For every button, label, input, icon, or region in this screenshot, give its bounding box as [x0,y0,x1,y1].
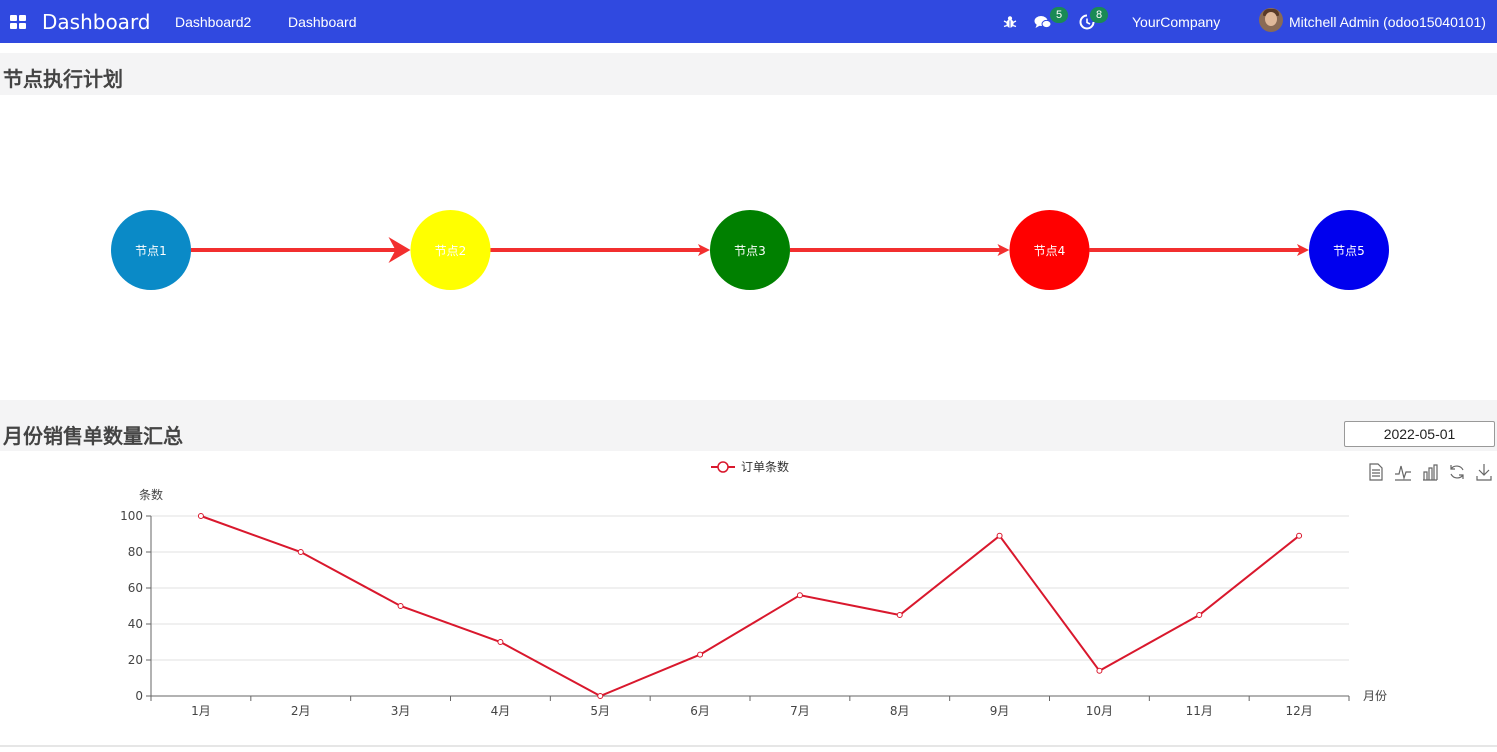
x-tick-label: 12月 [1285,704,1312,718]
data-point[interactable] [996,532,1003,539]
chat-icon[interactable] [1034,0,1054,43]
date-filter-input[interactable] [1344,421,1495,447]
apps-icon[interactable] [10,0,28,43]
flow-node-label: 节点1 [135,244,167,258]
chat-count-badge: 5 [1050,7,1068,23]
data-point[interactable] [796,592,803,599]
flow-node-label: 节点4 [1034,244,1066,258]
data-point[interactable] [397,603,404,609]
y-tick-label: 80 [128,545,143,559]
x-tick-label: 8月 [890,704,910,718]
x-tick-label: 10月 [1086,704,1113,718]
x-tick-label: 7月 [790,704,810,718]
flow-section-title: 节点执行计划 [3,67,123,91]
x-tick-label: 11月 [1186,704,1213,718]
flow-node-label: 节点2 [435,244,467,258]
data-point[interactable] [197,513,204,519]
data-point[interactable] [697,651,704,658]
line-chart-icon[interactable] [1395,465,1411,481]
restore-icon[interactable] [1450,465,1464,479]
sales-line-chart: 0 20 40 60 80 100 1月 2月 3月 4月 5月 6月 7月 8月 9月 10月 11月 12月 条… [120,459,1492,718]
x-tick-label: 4月 [491,704,511,718]
user-menu[interactable]: Mitchell Admin (odoo15040101) [1289,0,1486,43]
flow-node-label: 节点5 [1333,244,1365,258]
flow-diagram: 节点1 节点2 节点3 节点4 节点5 [111,210,1389,290]
data-point[interactable] [1296,532,1303,539]
legend-marker[interactable] [717,461,729,473]
avatar[interactable] [1259,8,1283,32]
x-tick-label: 5月 [590,704,610,718]
sales-section-header: 月份销售单数量汇总 [0,410,1497,451]
menu-dashboard[interactable]: Dashboard [288,0,357,43]
flow-panel: 节点1 节点2 节点3 节点4 节点5 [0,95,1497,400]
bar-chart-icon[interactable] [1423,464,1438,481]
x-tick-label: 2月 [291,704,311,718]
activity-count-badge: 8 [1090,7,1108,23]
data-point[interactable] [597,693,604,699]
flow-section-header: 节点执行计划 [0,53,1497,95]
y-tick-label: 100 [120,509,143,523]
x-tick-label: 6月 [690,704,710,718]
data-point[interactable] [497,639,504,645]
legend-label[interactable]: 订单条数 [741,459,789,474]
bug-icon[interactable] [1003,0,1019,43]
download-icon[interactable] [1476,464,1492,481]
x-tick-label: 3月 [391,704,411,718]
data-point[interactable] [896,612,903,618]
y-tick-label: 20 [128,653,143,667]
menu-dashboard2[interactable]: Dashboard2 [175,0,251,43]
x-axis-title: 月份 [1363,689,1387,703]
sales-section-title: 月份销售单数量汇总 [3,424,183,448]
x-tick-label: 9月 [990,704,1010,718]
data-view-icon[interactable] [1369,463,1383,481]
flow-node-label: 节点3 [734,244,766,258]
app-brand[interactable]: Dashboard [42,0,151,43]
x-tick-label: 1月 [191,704,211,718]
y-axis-title: 条数 [139,487,163,502]
y-tick-label: 0 [135,689,143,703]
y-tick-label: 60 [128,581,143,595]
chart-panel: 0 20 40 60 80 100 1月 2月 3月 4月 5月 6月 7月 8月 9月 10月 11月 12月 条… [0,451,1497,746]
series-line [200,515,1300,698]
data-point[interactable] [1196,612,1203,618]
company-switcher[interactable]: YourCompany [1132,0,1220,43]
data-point[interactable] [297,549,304,555]
top-navbar: Dashboard Dashboard2 Dashboard 5 8 YourC… [0,0,1497,43]
data-point[interactable] [1096,667,1103,674]
y-tick-label: 40 [128,617,143,631]
